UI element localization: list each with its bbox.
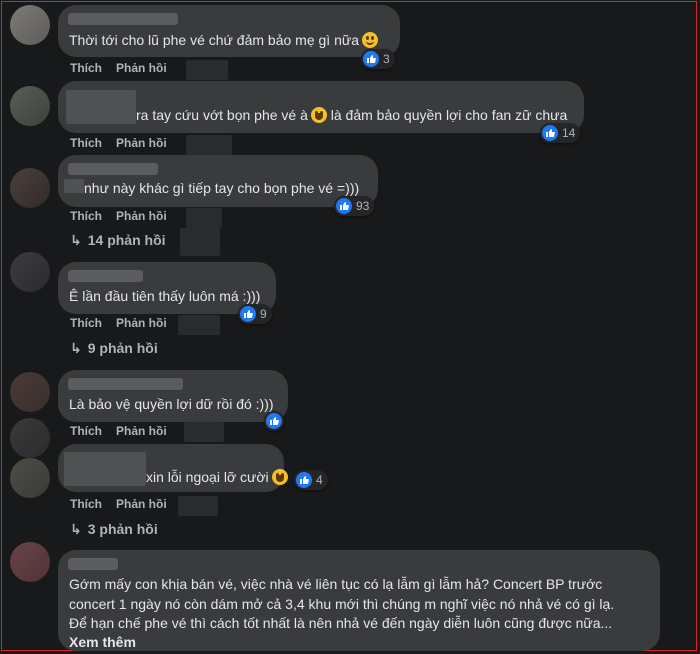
author-name-redacted — [68, 163, 158, 175]
like-reaction-badge[interactable] — [264, 411, 284, 431]
comment-text: Thời tới cho lũ phe vé chứ đảm bảo mẹ gì… — [69, 31, 379, 49]
reply-button[interactable]: Phản hồi — [116, 61, 167, 75]
comment-bubble: ra tay cứu vớt bọn phe vé à là đảm bảo q… — [58, 81, 584, 133]
author-name-redacted — [68, 558, 118, 570]
comment-text: xin lỗi ngoại lỡ cười — [146, 468, 288, 486]
reaction-count: 3 — [383, 52, 390, 66]
like-button[interactable]: Thích — [70, 497, 102, 511]
timestamp-redacted — [184, 422, 224, 442]
comment-bubble: Gớm mấy con khịa bán vé, việc nhà vé liê… — [58, 550, 660, 651]
like-button[interactable]: Thích — [70, 209, 102, 223]
avatar[interactable] — [10, 372, 50, 412]
comment-bubble: Là bảo vệ quyền lợi dữ rồi đó :))) — [58, 370, 288, 422]
reply-arrow-icon: ↳ — [70, 232, 82, 248]
comment-actions: Thích Phản hồi — [70, 209, 181, 223]
comment-text: như này khác gì tiếp tay cho bọn phe vé … — [84, 180, 360, 196]
author-name-redacted — [68, 270, 143, 282]
reply-button[interactable]: Phản hồi — [116, 424, 167, 438]
timestamp-redacted — [186, 135, 232, 155]
reply-arrow-icon: ↳ — [70, 521, 82, 537]
comment-text: ra tay cứu vớt bọn phe vé à là đảm bảo q… — [136, 107, 568, 123]
comment-actions: Thích Phản hồi — [70, 424, 181, 438]
like-button[interactable]: Thích — [70, 316, 102, 330]
like-icon — [542, 125, 558, 141]
comment-actions: Thích Phản hồi — [70, 136, 181, 150]
timestamp-redacted — [186, 60, 228, 80]
reaction-count: 14 — [562, 126, 576, 140]
comment-bubble: Thời tới cho lũ phe vé chứ đảm bảo mẹ gì… — [58, 5, 400, 57]
like-button[interactable]: Thích — [70, 136, 102, 150]
comment-actions: Thích Phản hồi — [70, 316, 181, 330]
comment-text: Ê lần đầu tiên thấy luôn má :))) — [69, 288, 261, 304]
comment-actions: Thích Phản hồi — [70, 61, 181, 75]
comment-text-line: Gớm mấy con khịa bán vé, việc nhà vé liê… — [69, 576, 603, 592]
like-icon — [336, 198, 352, 214]
sweat-smile-emoji-icon — [310, 107, 327, 123]
like-reaction-badge[interactable]: 9 — [238, 304, 272, 324]
avatar[interactable] — [10, 5, 50, 45]
avatar[interactable] — [10, 168, 50, 208]
comment-text: Là bảo vệ quyền lợi dữ rồi đó :))) — [69, 396, 274, 412]
reply-button[interactable]: Phản hồi — [116, 136, 167, 150]
timestamp-redacted — [186, 208, 222, 228]
timestamp-redacted — [178, 496, 218, 516]
smile-emoji-icon — [362, 32, 379, 48]
laughing-emoji-icon — [271, 469, 288, 485]
comment-text-line: Để hạn chế phe vé thì cách tốt nhất là n… — [69, 615, 613, 631]
like-button[interactable]: Thích — [70, 424, 102, 438]
author-name-redacted — [64, 452, 146, 486]
comment-actions: Thích Phản hồi — [70, 497, 181, 511]
like-reaction-badge[interactable]: 93 — [334, 196, 375, 216]
comment-bubble: như này khác gì tiếp tay cho bọn phe vé … — [58, 155, 378, 207]
reply-button[interactable]: Phản hồi — [116, 209, 167, 223]
reaction-count: 93 — [356, 199, 370, 213]
author-name-redacted — [68, 13, 178, 25]
like-reaction-badge[interactable]: 4 — [294, 470, 328, 490]
reply-button[interactable]: Phản hồi — [116, 497, 167, 511]
reaction-count: 9 — [260, 307, 267, 321]
avatar[interactable] — [10, 458, 50, 498]
like-icon — [240, 306, 256, 322]
like-icon — [266, 413, 282, 429]
like-icon — [296, 472, 312, 488]
like-button[interactable]: Thích — [70, 61, 102, 75]
redacted-mention — [64, 179, 84, 193]
timestamp-redacted — [178, 315, 220, 335]
comment-text-line: concert 1 ngày nó còn dám mở cả 3,4 khu … — [69, 596, 615, 612]
like-reaction-badge[interactable]: 14 — [540, 123, 581, 143]
avatar[interactable] — [10, 252, 50, 292]
author-name-redacted — [68, 378, 183, 390]
reply-arrow-icon: ↳ — [70, 340, 82, 356]
view-replies-link[interactable]: ↳ 9 phản hồi — [70, 340, 158, 357]
redacted-area — [180, 228, 220, 256]
avatar[interactable] — [10, 86, 50, 126]
view-replies-link[interactable]: ↳ 14 phản hồi — [70, 232, 166, 249]
reply-button[interactable]: Phản hồi — [116, 316, 167, 330]
view-replies-link[interactable]: ↳ 3 phản hồi — [70, 521, 158, 538]
see-more-link[interactable]: Xem thêm — [69, 633, 136, 651]
avatar[interactable] — [10, 418, 50, 458]
like-reaction-badge[interactable]: 3 — [361, 49, 395, 69]
reaction-count: 4 — [316, 473, 323, 487]
avatar[interactable] — [10, 542, 50, 582]
like-icon — [363, 51, 379, 67]
author-name-redacted — [66, 90, 136, 124]
comment-bubble: xin lỗi ngoại lỡ cười — [58, 444, 288, 492]
